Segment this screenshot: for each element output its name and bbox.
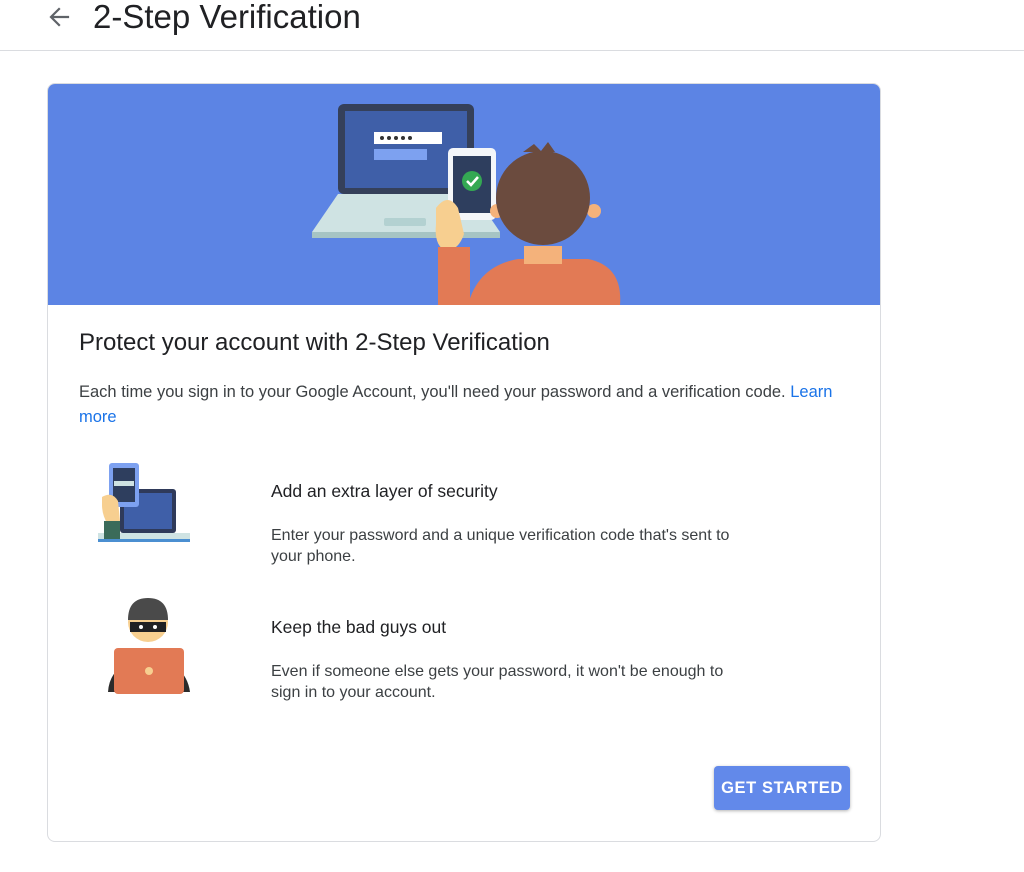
hero-banner — [48, 84, 880, 305]
feature-title: Keep the bad guys out — [271, 617, 447, 637]
feature-description: Enter your password and a unique verific… — [271, 527, 730, 565]
hacker-illustration — [104, 596, 194, 701]
get-started-button[interactable]: GET STARTED — [714, 766, 850, 810]
laptop-phone-user-illustration — [312, 104, 621, 305]
arrow-back-icon — [49, 7, 70, 27]
feature-title: Add an extra layer of security — [271, 481, 498, 501]
card-description: Each time you sign in to your Google Acc… — [79, 380, 839, 430]
feature-description: Even if someone else gets your password,… — [271, 663, 724, 701]
phone-laptop-illustration — [94, 461, 194, 566]
page-header: 2-Step Verification — [0, 0, 1024, 51]
description-text: Each time you sign in to your Google Acc… — [79, 383, 786, 401]
card-title: Protect your account with 2-Step Verific… — [79, 329, 550, 356]
verification-card: Protect your account with 2-Step Verific… — [47, 83, 881, 842]
back-button[interactable] — [40, 0, 76, 36]
page-title: 2-Step Verification — [93, 0, 361, 35]
